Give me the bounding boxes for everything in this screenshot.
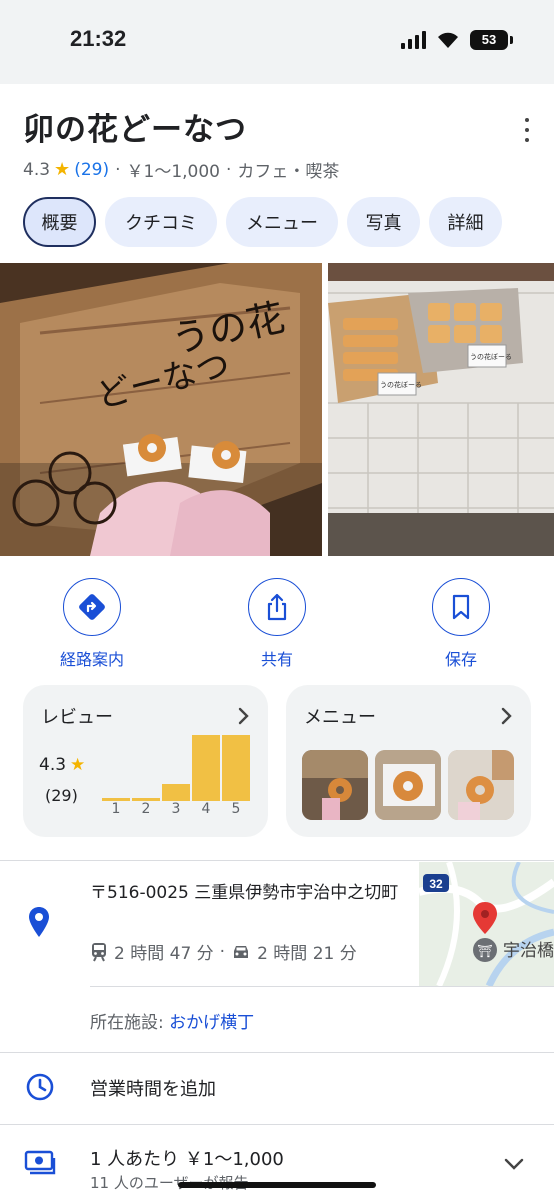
bookmark-icon: [452, 594, 470, 620]
signal-icon: [401, 31, 426, 49]
car-icon: [234, 945, 249, 958]
share-label: 共有: [260, 650, 293, 669]
separator: ·: [219, 941, 226, 962]
facility-row: 所在施設: おかげ横丁: [90, 1008, 254, 1033]
wifi-icon: [438, 32, 458, 48]
money-icon: [24, 1150, 56, 1175]
chevron-right-icon: [501, 707, 512, 725]
svg-text:⛩: ⛩: [477, 944, 492, 958]
separator: ·: [225, 159, 232, 180]
star-icon: ★: [70, 755, 86, 775]
photo-display-case[interactable]: うの花ぼーる うの花ぼーる: [328, 263, 554, 556]
train-time: 2 時間 47 分: [114, 944, 214, 964]
status-bar: 21:32 53: [0, 0, 554, 84]
place-title: 卯の花どーなつ: [23, 112, 247, 148]
tray-label-2: うの花ぼーる: [470, 352, 512, 361]
home-indicator[interactable]: [178, 1182, 376, 1188]
divider: [0, 1052, 554, 1053]
status-icons: 53: [401, 30, 513, 50]
tab-reviews[interactable]: クチコミ: [105, 197, 217, 247]
divider: [0, 1124, 554, 1125]
histogram-label-2: 2: [141, 801, 151, 817]
map-road-label: 32: [429, 877, 443, 891]
menu-summary-card[interactable]: メニュー: [286, 685, 531, 837]
place-meta-row: 4.3 ★ (29) · ￥1〜1,000 · カフェ・喫茶: [23, 157, 339, 182]
facility-label: 所在施設:: [90, 1013, 164, 1033]
add-hours-link[interactable]: 営業時間を追加: [90, 1075, 216, 1101]
rating-value: 4.3: [23, 159, 51, 180]
histogram-label-3: 3: [171, 801, 181, 817]
map-thumbnail[interactable]: 32 ⛩ 宇治橋: [419, 862, 554, 986]
photo-sign-donuts[interactable]: うの花 どーなつ: [0, 263, 322, 556]
tab-photos[interactable]: 写真: [347, 197, 420, 247]
tab-bar: 概要 クチコミ メニュー 写真 詳細: [23, 197, 502, 247]
menu-photo[interactable]: [448, 750, 514, 820]
menu-photo[interactable]: [302, 750, 368, 820]
action-row: 経路案内 共有 保存: [0, 578, 554, 670]
directions-label: 経路案内: [59, 650, 124, 669]
status-time: 21:32: [70, 26, 127, 51]
histogram-labels: 1 2 3 4 5: [101, 801, 253, 821]
category: カフェ・喫茶: [237, 162, 340, 182]
directions-button[interactable]: 経路案内: [42, 578, 142, 670]
directions-icon: [79, 594, 105, 620]
save-label: 保存: [444, 650, 477, 669]
address-text[interactable]: 〒516-0025 三重県伊勢市宇治中之切町: [90, 880, 400, 906]
train-icon: [92, 942, 106, 961]
menu-thumbnails: [302, 750, 514, 820]
tab-menu[interactable]: メニュー: [226, 197, 338, 247]
share-icon: [267, 593, 287, 621]
car-time: 2 時間 21 分: [257, 944, 357, 964]
travel-times: 2 時間 47 分 · 2 時間 21 分: [90, 939, 357, 964]
divider: [0, 860, 554, 861]
review-summary-card[interactable]: レビュー 4.3 ★ (29) 1 2 3 4 5: [23, 685, 268, 837]
share-button[interactable]: 共有: [227, 578, 327, 670]
menu-card-title: メニュー: [304, 707, 376, 728]
review-count: (29): [45, 786, 78, 805]
review-rating: 4.3 ★: [39, 755, 85, 775]
price-range: ￥1〜1,000: [126, 162, 220, 182]
chevron-down-icon[interactable]: [504, 1158, 524, 1170]
tab-overview[interactable]: 概要: [23, 197, 96, 247]
separator: ·: [115, 159, 121, 180]
rating-histogram: [102, 735, 250, 801]
battery-icon: 53: [470, 30, 513, 50]
tray-label-1: うの花ぼーる: [380, 380, 422, 389]
histogram-label-5: 5: [231, 801, 241, 817]
divider: [90, 986, 554, 987]
save-button[interactable]: 保存: [411, 578, 511, 670]
more-options-icon[interactable]: [522, 118, 532, 142]
tab-details[interactable]: 詳細: [429, 197, 502, 247]
histogram-bar-3: [162, 784, 190, 801]
review-card-title: レビュー: [41, 707, 113, 728]
review-rating-value: 4.3: [39, 755, 67, 775]
facility-link[interactable]: おかげ横丁: [169, 1013, 254, 1033]
clock-icon: [26, 1073, 54, 1101]
map-place-label: 宇治橋: [503, 941, 554, 961]
photo-strip: うの花 どーなつ うの花ぼーる うの花ぼーる: [0, 263, 554, 556]
histogram-label-4: 4: [201, 801, 211, 817]
location-pin-icon: [29, 907, 49, 937]
histogram-bar-4: [192, 735, 220, 801]
star-icon: ★: [54, 159, 71, 180]
review-count-link[interactable]: (29): [74, 160, 109, 180]
price-per-person[interactable]: 1 人あたり ￥1〜1,000: [90, 1145, 284, 1171]
chevron-right-icon: [238, 707, 249, 725]
histogram-bar-5: [222, 735, 250, 801]
menu-photo[interactable]: [375, 750, 441, 820]
histogram-label-1: 1: [111, 801, 121, 817]
